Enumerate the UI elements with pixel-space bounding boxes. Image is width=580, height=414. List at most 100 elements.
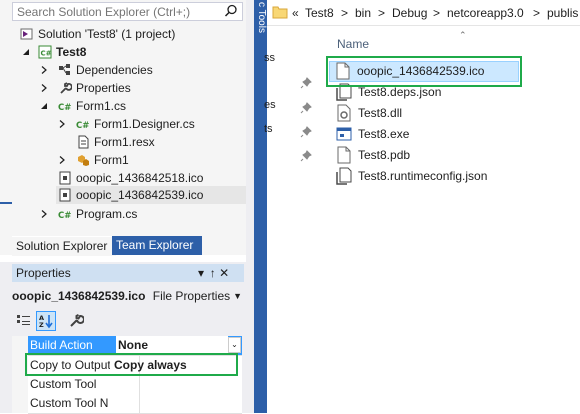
properties-title-bar: Properties ▾ ↑ ✕	[12, 264, 244, 282]
categorized-icon[interactable]	[16, 313, 32, 329]
dropdown-arrow-icon[interactable]: ⌄	[228, 337, 241, 353]
file-name: Test8.deps.json	[358, 85, 442, 99]
tree-item-form1[interactable]: Form1	[76, 151, 129, 169]
address-bar[interactable]: « Test8 > bin > Debug > netcoreapp3.0 > …	[267, 0, 580, 26]
dll-file-icon	[337, 104, 351, 122]
tree-item-label: Properties	[76, 81, 131, 95]
nav-item-fragment[interactable]: es	[264, 99, 276, 111]
tree-item-dependencies[interactable]: Dependencies	[58, 61, 153, 79]
breadcrumb-separator[interactable]: >	[533, 6, 540, 20]
column-divider	[139, 394, 140, 413]
exe-file-icon	[336, 127, 352, 141]
file-row-pdb[interactable]: Test8.pdb	[336, 145, 410, 165]
panel-splitter[interactable]	[246, 0, 254, 413]
tab-team-explorer[interactable]: Team Explorer	[112, 236, 202, 255]
breadcrumb-netcoreapp[interactable]: netcoreapp3.0	[447, 6, 524, 20]
csharp-project-icon: C#	[38, 45, 52, 59]
tree-item-ico-2[interactable]: ooopic_1436842539.ico	[58, 186, 203, 204]
tree-item-label: Program.cs	[76, 207, 138, 221]
tree-item-label: ooopic_1436842539.ico	[76, 188, 204, 202]
solution-explorer-search-box[interactable]	[12, 2, 243, 21]
breadcrumb-bin[interactable]: bin	[355, 6, 371, 20]
wrench-icon[interactable]	[68, 313, 84, 329]
solution-icon	[20, 28, 33, 40]
tree-item-program-cs[interactable]: C# Program.cs	[58, 205, 137, 223]
file-name: Test8.runtimeconfig.json	[358, 169, 488, 183]
csharp-file-icon: C#	[76, 121, 89, 131]
property-row-custom-tool-namespace[interactable]: Custom Tool N	[28, 394, 242, 414]
pin-icon[interactable]	[300, 126, 312, 138]
navigation-pane	[267, 26, 322, 413]
svg-text:Z: Z	[39, 321, 44, 329]
highlight-box-ico-file	[326, 56, 522, 87]
file-name: Test8.exe	[358, 127, 410, 141]
class-icon	[78, 154, 89, 166]
breadcrumb-separator[interactable]: >	[341, 6, 348, 20]
collapse-arrow-icon[interactable]	[40, 84, 48, 92]
collapse-arrow-icon[interactable]	[58, 156, 66, 164]
file-row-runtimeconfig-json[interactable]: Test8.runtimeconfig.json	[336, 166, 487, 186]
highlight-box-copy-to-output	[25, 353, 238, 376]
solution-explorer-panel: Solution 'Test8' (1 project) C# Test8 De…	[0, 0, 246, 256]
collapse-arrow-icon[interactable]	[40, 210, 48, 218]
sort-chevron-icon[interactable]: ⌃	[459, 30, 467, 41]
pdb-file-icon	[337, 146, 351, 164]
breadcrumb-test8[interactable]: Test8	[305, 6, 334, 20]
properties-title: Properties	[16, 266, 71, 280]
expand-arrow-icon[interactable]	[40, 102, 48, 110]
nav-item-fragment[interactable]: ts	[264, 123, 273, 135]
breadcrumb-separator[interactable]: >	[378, 6, 385, 20]
expand-arrow-icon[interactable]	[22, 48, 30, 56]
collapse-arrow-icon[interactable]	[40, 66, 48, 74]
tree-item-label: Dependencies	[76, 63, 153, 77]
chevron-down-icon[interactable]: ▼	[233, 285, 242, 307]
tree-item-form1-designer-cs[interactable]: C# Form1.Designer.cs	[76, 115, 195, 133]
object-type: File Properties	[152, 289, 231, 303]
file-name: Test8.pdb	[358, 148, 411, 162]
svg-text:C#: C#	[58, 211, 71, 221]
breadcrumb-separator[interactable]: >	[433, 6, 440, 20]
property-name: Custom Tool	[30, 377, 97, 391]
breadcrumb-overflow[interactable]: «	[292, 6, 299, 20]
tree-item-label: Solution 'Test8' (1 project)	[38, 27, 176, 41]
sort-alphabetical-icon: A Z	[39, 314, 53, 329]
collapse-arrow-icon[interactable]	[58, 120, 66, 128]
properties-window-controls[interactable]: ▾ ↑ ✕	[198, 266, 229, 280]
nav-item-fragment[interactable]: ss	[264, 52, 275, 64]
pin-icon[interactable]	[300, 150, 312, 162]
tree-item-label: Form1.resx	[94, 135, 155, 149]
pin-icon[interactable]	[300, 102, 312, 114]
column-header-name[interactable]: Name	[337, 37, 369, 51]
left-edge-marker	[0, 202, 12, 204]
ico-file-icon	[59, 188, 71, 202]
tree-item-project[interactable]: C# Test8	[38, 43, 86, 61]
properties-toolbar: A Z	[12, 309, 244, 333]
property-row-custom-tool[interactable]: Custom Tool	[28, 375, 242, 395]
file-row-exe[interactable]: Test8.exe	[336, 124, 409, 144]
tree-item-solution[interactable]: Solution 'Test8' (1 project)	[20, 25, 175, 43]
properties-object-selector[interactable]: ooopic_1436842539.ico File Properties ▼	[12, 285, 244, 307]
tab-solution-explorer[interactable]: Solution Explorer	[12, 236, 116, 256]
json-file-icon	[336, 167, 352, 185]
tree-item-ico-1[interactable]: ooopic_1436842518.ico	[58, 169, 203, 187]
tree-item-properties[interactable]: Properties	[58, 79, 131, 97]
csharp-file-icon: C#	[58, 211, 71, 221]
file-row-dll[interactable]: Test8.dll	[336, 103, 402, 123]
search-icon[interactable]	[224, 4, 238, 18]
alphabetical-button[interactable]: A Z	[36, 311, 56, 331]
tree-item-label: ooopic_1436842518.ico	[76, 171, 204, 185]
tree-item-form1-cs[interactable]: C# Form1.cs	[58, 97, 126, 115]
wrench-icon	[60, 82, 72, 94]
svg-text:C#: C#	[76, 121, 89, 131]
tree-item-form1-resx[interactable]: Form1.resx	[76, 133, 155, 151]
file-name: Test8.dll	[358, 106, 403, 120]
tree-item-label: Test8	[56, 45, 87, 59]
resource-file-icon	[78, 135, 89, 149]
explorer-tab-strip: Solution Explorer Team Explorer	[12, 236, 246, 256]
svg-text:C#: C#	[58, 103, 71, 113]
pin-icon[interactable]	[300, 77, 312, 89]
breadcrumb-publish[interactable]: publis	[547, 6, 578, 20]
search-input[interactable]	[13, 3, 222, 20]
tree-item-label: Form1.cs	[76, 99, 127, 113]
breadcrumb-debug[interactable]: Debug	[392, 6, 427, 20]
